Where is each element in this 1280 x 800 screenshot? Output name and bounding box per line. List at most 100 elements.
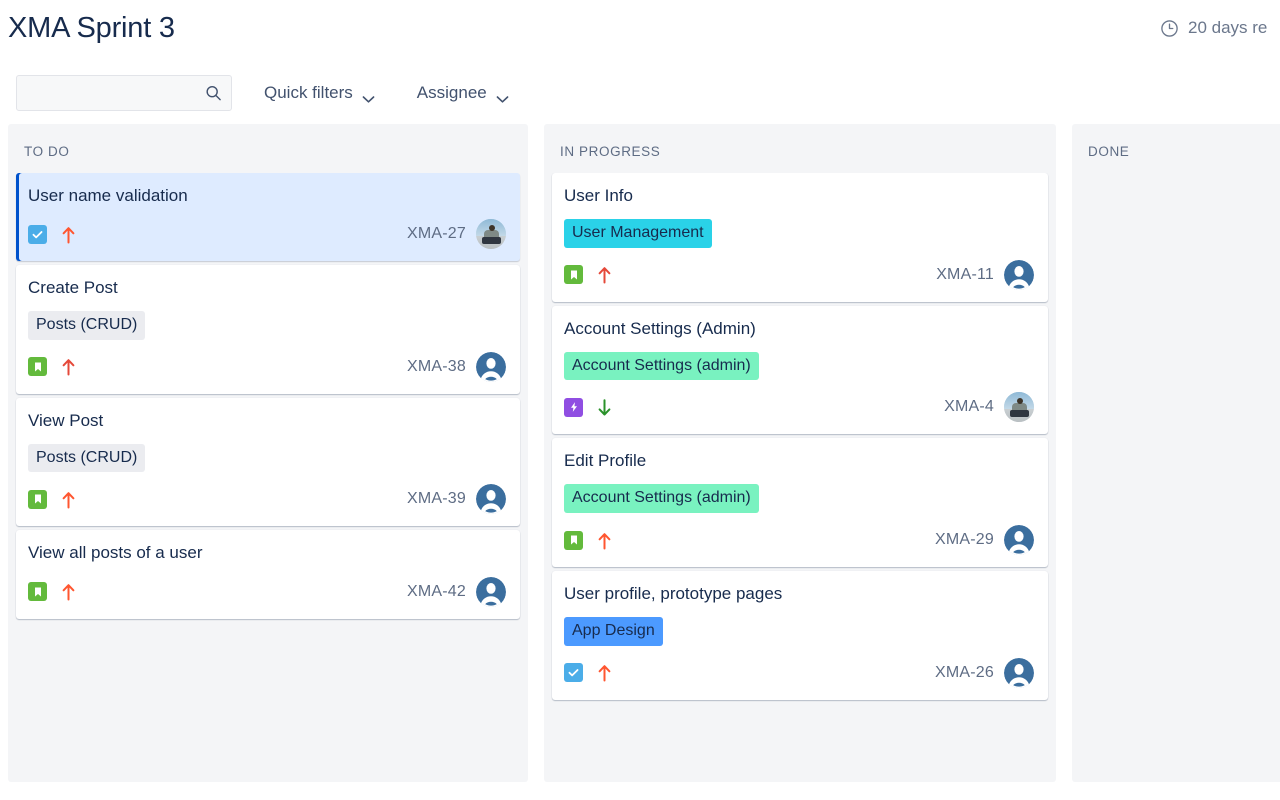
issue-title: View all posts of a user — [28, 543, 203, 563]
chevron-down-icon — [496, 89, 509, 103]
issue-card-footer: XMA-42 — [28, 576, 506, 607]
issue-key: XMA-4 — [944, 398, 994, 416]
avatar[interactable] — [1004, 392, 1034, 423]
issue-label-chip: Account Settings (admin) — [564, 351, 759, 381]
story-bookmark-icon — [28, 582, 47, 602]
issue-card-footer: XMA-4 — [564, 392, 1034, 423]
issue-card-footer: XMA-29 — [564, 525, 1034, 556]
issue-meta-icons — [564, 530, 612, 550]
search-input[interactable] — [16, 75, 232, 111]
task-checkbox-icon — [28, 224, 47, 244]
issue-key: XMA-39 — [407, 490, 466, 508]
issue-card[interactable]: User name validation XMA-27 — [16, 173, 520, 262]
search-box — [16, 75, 232, 111]
epic-bolt-icon — [564, 397, 583, 417]
board-toolbar: Quick filters Assignee — [0, 62, 1280, 124]
story-bookmark-icon — [28, 357, 47, 377]
issue-key-and-assignee: XMA-29 — [935, 525, 1034, 556]
issue-card[interactable]: View all posts of a user XMA-42 — [16, 530, 520, 619]
issue-key-and-assignee: XMA-11 — [936, 259, 1034, 290]
issue-card[interactable]: User Info User Management XMA-11 — [552, 173, 1048, 302]
issue-key: XMA-11 — [936, 265, 994, 283]
issue-key-and-assignee: XMA-42 — [407, 576, 506, 607]
card-list: User name validation XMA-27 Create Post Pos… — [8, 173, 528, 627]
issue-title: Account Settings (Admin) — [564, 318, 756, 338]
arrow-down-icon — [597, 398, 612, 417]
arrow-up-icon — [597, 531, 612, 550]
column-header: TO DO — [24, 144, 70, 159]
avatar[interactable] — [476, 484, 506, 515]
sprint-status-text: 20 days re — [1188, 18, 1268, 37]
issue-card-footer: XMA-39 — [28, 484, 506, 515]
story-bookmark-icon — [564, 530, 583, 550]
issue-card-footer: XMA-11 — [564, 259, 1034, 290]
clock-icon — [1160, 19, 1179, 38]
issue-meta-icons — [564, 265, 612, 285]
card-list: User Info User Management XMA-11 Account Se… — [544, 173, 1056, 708]
quick-filters-button[interactable]: Quick filters — [260, 77, 379, 109]
issue-labels: Account Settings (admin) — [564, 351, 1034, 381]
task-checkbox-icon — [564, 663, 583, 683]
column-header: IN PROGRESS — [560, 144, 661, 159]
issue-title: User profile, prototype pages — [564, 584, 783, 604]
kanban-board: TO DO User name validation XMA-27 Create Po… — [0, 124, 1280, 782]
issue-card[interactable]: Edit Profile Account Settings (admin) XMA-… — [552, 438, 1048, 568]
arrow-up-icon — [597, 663, 612, 682]
page-title: XMA Sprint 3 — [8, 12, 175, 44]
avatar[interactable] — [1004, 525, 1034, 556]
avatar[interactable] — [1004, 259, 1034, 290]
issue-title: User name validation — [28, 186, 188, 205]
issue-key: XMA-27 — [407, 225, 466, 243]
issue-key-and-assignee: XMA-27 — [407, 219, 506, 250]
issue-meta-icons — [564, 397, 612, 417]
issue-meta-icons — [564, 663, 612, 683]
card-list — [1072, 173, 1280, 181]
issue-key-and-assignee: XMA-39 — [407, 484, 506, 515]
column-header: DONE — [1088, 144, 1130, 159]
issue-labels: Account Settings (admin) — [564, 484, 1034, 514]
issue-card[interactable]: View Post Posts (CRUD) XMA-39 — [16, 397, 520, 527]
issue-key: XMA-26 — [935, 663, 994, 681]
board-column-to-do: TO DO User name validation XMA-27 Create Po… — [8, 124, 528, 782]
issue-title: View Post — [28, 410, 104, 430]
issue-title: Create Post — [28, 278, 118, 298]
issue-labels: App Design — [564, 617, 1034, 646]
issue-labels: Posts (CRUD) — [28, 443, 506, 473]
sprint-days-remaining: 20 days re — [1160, 0, 1267, 38]
issue-label-chip: Posts (CRUD) — [28, 443, 146, 473]
issue-key: XMA-29 — [935, 531, 994, 549]
issue-label-chip: Posts (CRUD) — [28, 311, 146, 340]
assignee-filter-button[interactable]: Assignee — [413, 77, 513, 109]
issue-card[interactable]: Create Post Posts (CRUD) XMA-38 — [16, 265, 520, 394]
issue-meta-icons — [28, 489, 76, 509]
avatar[interactable] — [1004, 657, 1034, 688]
assignee-label: Assignee — [416, 83, 487, 102]
avatar[interactable] — [476, 576, 506, 607]
story-bookmark-icon — [564, 265, 583, 285]
issue-card[interactable]: Account Settings (Admin) Account Settings… — [552, 305, 1048, 435]
issue-key-and-assignee: XMA-38 — [407, 351, 506, 382]
issue-label-chip: Account Settings (admin) — [564, 484, 759, 514]
board-column-done: DONE — [1072, 124, 1280, 782]
board-header: XMA Sprint 3 20 days re — [0, 0, 1280, 62]
issue-card-footer: XMA-26 — [564, 657, 1034, 688]
quick-filters-label: Quick filters — [264, 83, 353, 102]
issue-meta-icons — [28, 357, 76, 377]
arrow-up-icon — [61, 582, 76, 601]
story-bookmark-icon — [28, 489, 47, 509]
issue-meta-icons — [28, 224, 76, 244]
arrow-up-icon — [61, 357, 76, 376]
issue-card-footer: XMA-38 — [28, 351, 506, 382]
jira-board-app: XMA Sprint 3 20 days re Quick filters As… — [0, 0, 1280, 800]
issue-labels: Posts (CRUD) — [28, 311, 506, 340]
issue-card[interactable]: User profile, prototype pages App Design X… — [552, 571, 1048, 700]
arrow-up-icon — [597, 265, 612, 284]
avatar[interactable] — [476, 351, 506, 382]
issue-key-and-assignee: XMA-4 — [944, 392, 1034, 423]
issue-card-footer: XMA-27 — [28, 219, 506, 250]
issue-meta-icons — [28, 582, 76, 602]
avatar[interactable] — [476, 219, 506, 250]
arrow-up-icon — [61, 490, 76, 509]
board-column-in-progress: IN PROGRESS User Info User Management XMA-1… — [544, 124, 1056, 782]
issue-key-and-assignee: XMA-26 — [935, 657, 1034, 688]
